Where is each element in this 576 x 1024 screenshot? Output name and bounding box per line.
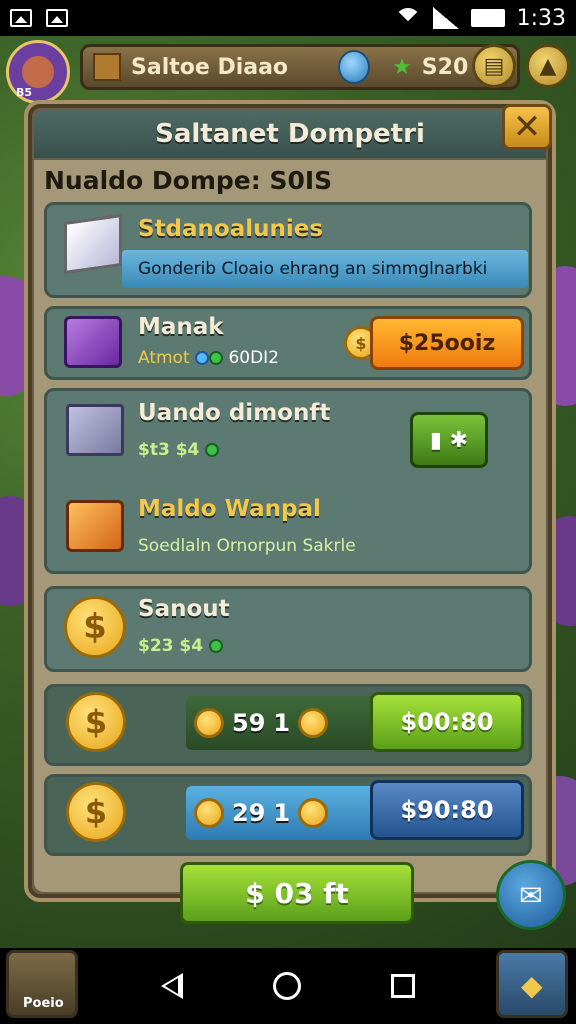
safe-icon (66, 404, 124, 456)
manak-sub-label: Atmot (138, 348, 190, 368)
scroll-icon: ▤ (483, 53, 505, 79)
coin-pack-amount-value: 59 (232, 709, 266, 737)
coin-pack-icon: $ (66, 782, 126, 842)
scroll-map-button[interactable]: ✉ (496, 860, 566, 930)
uando-buy-button[interactable]: ▮ ✱ (410, 412, 488, 468)
recent-apps-icon[interactable] (391, 974, 415, 998)
manak-sub: Atmot 60DI2 (138, 348, 279, 368)
signal-icon (432, 7, 459, 29)
uando-sub: $t3 $4 (138, 440, 220, 460)
coin-pack-amount: 59 1 (186, 696, 386, 750)
coin-pack-count: 1 (273, 709, 291, 737)
sanout-price: $23 $4 (138, 636, 204, 656)
gem-icon (209, 351, 224, 365)
star-icon: ★ (392, 54, 412, 80)
panel-title: Saltanet Dompetri (155, 119, 425, 149)
coin-icon (194, 708, 224, 738)
info-bar: Gonderib Cloaio ehrang an simmglnarbki (122, 250, 528, 288)
crate-icon (93, 53, 121, 81)
status-bar: 1:33 (0, 0, 576, 36)
hud-currency: S20 (421, 54, 469, 80)
tag-icon: ◆ (521, 969, 543, 1002)
info-bar-text: Gonderib Cloaio ehrang an simmglnarbki (138, 259, 488, 279)
close-button[interactable]: ✕ (502, 104, 552, 150)
wifi-icon (394, 8, 421, 34)
corner-label: Poeio (23, 996, 64, 1011)
coin-pack-amount-value: 29 (232, 799, 266, 827)
back-icon[interactable] (161, 973, 183, 999)
gem-icon (195, 351, 210, 365)
potion-jar-icon (338, 50, 371, 84)
coin-pack-icon: $ (66, 692, 126, 752)
coin-icon (298, 708, 329, 738)
scroll-button[interactable]: ▤ (472, 44, 516, 88)
ticket-icon: ▮ ✱ (429, 427, 469, 453)
manak-sub-value: 60DI2 (228, 348, 279, 368)
coin-pack-count: 1 (273, 799, 291, 827)
panel-header: Saltanet Dompetri (34, 110, 546, 158)
hud-title: Saltoe Diaao (131, 54, 289, 80)
panel-subtitle: Nualdo Dompe: S0IS (44, 166, 333, 195)
manak-title: Manak (138, 314, 224, 340)
coin-icon (194, 798, 224, 828)
coin-pack-buy-button[interactable]: $00:80 (370, 692, 524, 752)
orange-chest-icon (66, 500, 124, 552)
clock: 1:33 (516, 5, 566, 31)
info-card-title: Stdanoalunies (138, 216, 324, 242)
scroll-icon: ✉ (519, 878, 543, 912)
sanout-title: Sanout (138, 596, 230, 622)
battery-icon (470, 9, 505, 27)
top-hud: Saltoe Diaao ★ S20 (80, 44, 520, 90)
coin-pack-amount: 29 1 (186, 786, 386, 840)
main-purchase-button[interactable]: $ 03 ft (180, 862, 414, 924)
maldo-title: Maldo Wanpal (138, 496, 321, 522)
uando-title: Uando dimonft (138, 400, 331, 426)
upgrade-button[interactable]: ▲ (526, 44, 570, 88)
avatar-level: B5 (16, 86, 33, 99)
sanout-sub: $23 $4 (138, 636, 223, 656)
close-icon: ✕ (512, 107, 542, 147)
cube-icon (64, 213, 122, 275)
tag-tile[interactable]: ◆ (496, 950, 568, 1018)
arrow-up-icon: ▲ (539, 53, 557, 79)
manak-buy-button[interactable]: $25ooiz (370, 316, 524, 370)
navigation-bar (0, 948, 576, 1024)
purple-chest-icon (64, 316, 122, 368)
character-tile[interactable]: Poeio (6, 950, 78, 1018)
home-icon[interactable] (273, 972, 301, 1000)
gem-icon (205, 443, 220, 457)
gallery-icon (10, 9, 32, 27)
gem-icon (208, 639, 223, 653)
coin-pack-buy-button[interactable]: $90:80 (370, 780, 524, 840)
maldo-sub: Soedlaln Ornorpun Sakrle (138, 536, 356, 556)
big-coin-icon: $ (64, 596, 126, 658)
uando-price: $t3 $4 (138, 440, 200, 460)
image-icon (46, 9, 68, 27)
coin-icon (298, 798, 329, 828)
